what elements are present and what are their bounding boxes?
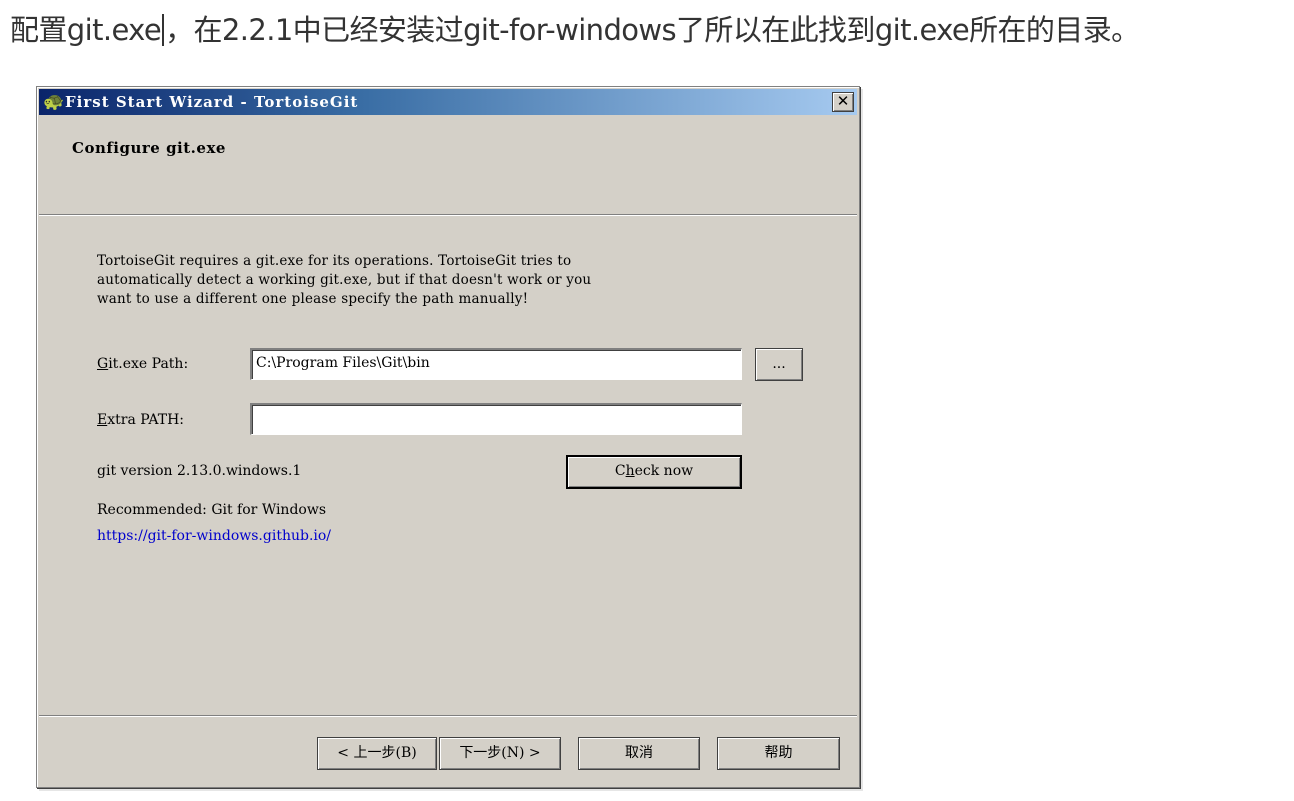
window-title: First Start Wizard - TortoiseGit [65,93,359,111]
git-exe-path-mnemonic: G [97,356,109,372]
git-exe-path-input[interactable]: C:\Program Files\Git\bin [250,348,742,380]
next-button[interactable]: 下一步(N) > [439,737,561,770]
close-button[interactable]: ✕ [832,92,854,112]
git-for-windows-link[interactable]: https://git-for-windows.github.io/ [97,528,331,544]
check-now-button[interactable]: Check now [566,455,742,489]
footer-divider [39,715,857,717]
extra-path-mnemonic: E [97,412,108,428]
extra-path-label: Extra PATH: [97,412,184,428]
check-now-label-end: eck now [634,463,694,479]
help-button[interactable]: 帮助 [717,737,840,770]
instruction-text: 配置git.exe ，在2.2.1中已经安装过git-for-windows了所以… [10,10,1290,50]
wizard-header: Configure git.exe [39,115,857,214]
back-button[interactable]: < 上一步(B) [317,737,437,770]
page-title: Configure git.exe [72,139,226,157]
check-now-mnemonic: h [625,463,635,479]
tortoise-icon: 🐢 [43,92,65,112]
cancel-button[interactable]: 取消 [578,737,700,770]
title-bar[interactable]: 🐢 First Start Wizard - TortoiseGit ✕ [39,89,857,115]
check-now-label-start: C [614,463,626,479]
instruction-after-caret: ，在2.2.1中已经安装过git-for-windows了所以在此找到git.e… [165,13,1140,47]
extra-path-label-text: xtra PATH: [107,412,184,428]
instruction-before-caret: 配置git.exe [10,13,162,47]
git-exe-path-label: Git.exe Path: [97,356,188,372]
text-caret [162,14,165,46]
recommended-text: Recommended: Git for Windows [97,502,327,518]
description-text: TortoiseGit requires a git.exe for its o… [97,253,592,307]
first-start-wizard-dialog: 🐢 First Start Wizard - TortoiseGit ✕ Con… [36,86,860,788]
browse-button[interactable]: ... [755,348,803,381]
git-version-text: git version 2.13.0.windows.1 [97,463,302,479]
git-exe-path-label-text: it.exe Path: [108,356,189,372]
extra-path-input[interactable] [250,403,742,435]
header-divider [39,214,857,216]
